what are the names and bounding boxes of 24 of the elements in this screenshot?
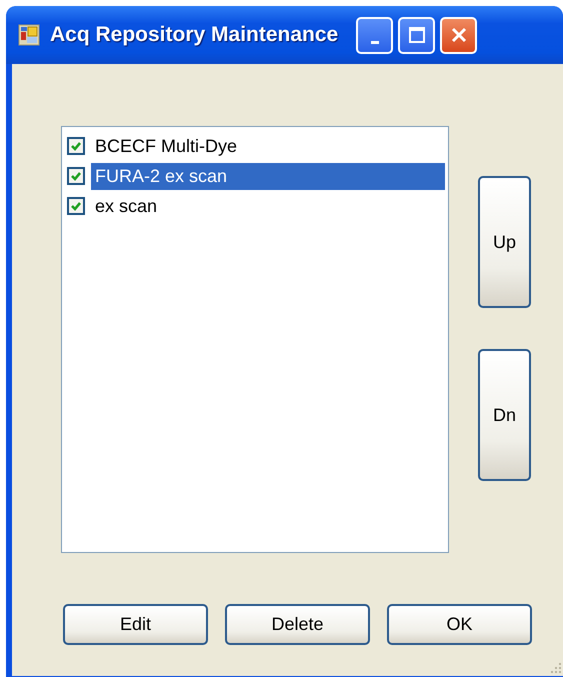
window-title: Acq Repository Maintenance xyxy=(50,23,338,47)
check-icon xyxy=(70,170,82,182)
checkbox[interactable] xyxy=(67,137,85,155)
minimize-icon xyxy=(370,40,379,44)
check-icon xyxy=(70,140,82,152)
check-icon xyxy=(70,200,82,212)
dialog-button[interactable]: OK xyxy=(387,604,532,645)
checkbox[interactable] xyxy=(67,167,85,185)
list-item[interactable]: ex scan xyxy=(91,192,445,220)
maximize-icon xyxy=(408,26,426,44)
move-button[interactable]: Up xyxy=(478,176,531,308)
close-icon xyxy=(450,26,468,44)
minimize-button[interactable] xyxy=(356,16,394,54)
close-button[interactable] xyxy=(440,16,478,54)
move-button[interactable]: Dn xyxy=(478,349,531,481)
resize-grip-icon xyxy=(551,663,561,673)
app-icon xyxy=(18,24,40,46)
checkbox[interactable] xyxy=(67,197,85,215)
list-item[interactable]: FURA-2 ex scan xyxy=(91,162,445,190)
checked-list-box[interactable]: BCECF Multi-Dye FURA-2 ex scan ex scan xyxy=(61,126,449,553)
maximize-button[interactable] xyxy=(398,16,436,54)
dialog-button[interactable]: Edit xyxy=(63,604,208,645)
dialog-button[interactable]: Delete xyxy=(225,604,370,645)
list-item[interactable]: BCECF Multi-Dye xyxy=(91,132,445,160)
